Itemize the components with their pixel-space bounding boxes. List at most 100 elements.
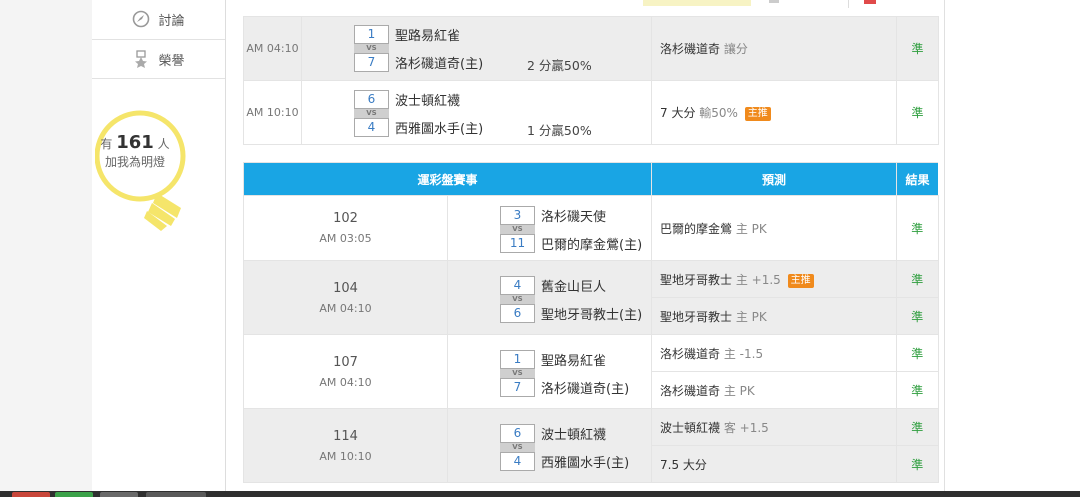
home-team-name: 波士頓紅襪 <box>541 427 607 443</box>
home-team-row: 1 聖路易紅雀 <box>354 25 460 44</box>
top-match-table: AM 04:10 1 聖路易紅雀 VS 7 洛杉磯道奇(主) 2 分贏50% 洛… <box>243 16 939 145</box>
result-cell: 準 <box>896 297 939 335</box>
bulb-prefix: 有 <box>100 137 113 151</box>
taskbar-app-button[interactable] <box>146 492 206 497</box>
away-team-row: 7 洛杉磯道奇(主) <box>354 53 483 72</box>
home-team-row: 1 聖路易紅雀 <box>500 349 607 369</box>
id-cell: 114 AM 10:10 <box>243 408 448 483</box>
pick-sub: 主 PK <box>723 383 755 398</box>
discussion-icon <box>132 10 150 28</box>
follower-bulb[interactable]: 有 161 人 加我為明燈 <box>95 108 195 233</box>
pick-sub: 主 -1.5 <box>723 346 764 361</box>
home-score: 6 <box>354 90 389 109</box>
table-row: 114 AM 10:10 6 波士頓紅襪 VS 4 西雅圖水手(主) 波士頓紅襪… <box>243 408 939 483</box>
top-banner-fragment <box>643 0 751 6</box>
top-badge-fragment <box>864 0 876 4</box>
away-score: 4 <box>354 118 389 137</box>
away-score: 11 <box>500 234 535 253</box>
home-score: 3 <box>500 206 535 225</box>
sidebar-item-honor[interactable]: 榮譽 <box>92 39 225 79</box>
pick-cell: 7 大分 輸50% 主推 <box>651 80 897 145</box>
taskbar-app-button[interactable] <box>12 492 50 497</box>
score-outcome: 2 分贏50% <box>527 58 592 73</box>
pick-cell: 巴爾的摩金鶯 主 PK <box>651 195 897 261</box>
header-result: 結果 <box>896 162 938 196</box>
lottery-match-table: 運彩盤賽事 預測 結果 102 AM 03:05 3 洛杉磯天使 VS 11 巴… <box>243 162 939 483</box>
top-divider-fragment <box>848 0 849 8</box>
vs-label: VS <box>354 44 389 53</box>
result-cell: 準 <box>896 371 939 409</box>
header-prediction: 預測 <box>651 162 897 196</box>
home-team-name: 洛杉磯天使 <box>541 210 607 225</box>
result-cell: 準 <box>896 334 939 372</box>
vs-label: VS <box>500 294 535 304</box>
home-team-name: 聖路易紅雀 <box>541 353 607 369</box>
home-team-row: 6 波士頓紅襪 <box>354 90 460 109</box>
result-cell: 準 <box>896 445 939 483</box>
match-cell: 6 波士頓紅襪 VS 4 西雅圖水手(主) <box>447 408 652 483</box>
match-time: AM 03:05 <box>319 232 372 245</box>
time-cell: AM 10:10 <box>243 80 302 145</box>
result-cell: 準 <box>896 80 939 145</box>
pick-main: 洛杉磯道奇 <box>660 42 721 56</box>
match-id: 104 <box>333 280 358 296</box>
match-time: AM 10:10 <box>319 449 372 463</box>
pick-main: 聖地牙哥教士 <box>660 309 733 324</box>
away-score: 7 <box>354 53 389 72</box>
home-team-row: 4 舊金山巨人 <box>500 275 606 295</box>
away-team-name: 聖地牙哥教士(主) <box>541 307 643 323</box>
featured-pick-badge: 主推 <box>787 273 814 288</box>
away-score: 4 <box>500 451 535 471</box>
vs-label: VS <box>500 368 535 378</box>
match-cell: 1 聖路易紅雀 VS 7 洛杉磯道奇(主) <box>447 334 652 409</box>
vs-label: VS <box>354 109 389 118</box>
pick-cell: 洛杉磯道奇 主 PK <box>651 371 897 409</box>
match-time: AM 04:10 <box>246 42 299 55</box>
pick-main: 巴爾的摩金鶯 <box>660 221 733 236</box>
home-score: 4 <box>500 275 535 295</box>
pick-cell: 波士頓紅襪 客 +1.5 <box>651 408 897 446</box>
pick-sub: 主 PK <box>735 221 767 236</box>
result-cell: 準 <box>896 16 939 81</box>
pick-cell: 7.5 大分 <box>651 445 897 483</box>
result-cell: 準 <box>896 408 939 446</box>
sidebar-item-discussion[interactable]: 討論 <box>92 0 225 38</box>
table-row: 102 AM 03:05 3 洛杉磯天使 VS 11 巴爾的摩金鶯(主) 巴爾的… <box>243 195 939 261</box>
match-cell: 6 波士頓紅襪 VS 4 西雅圖水手(主) 1 分贏50% <box>301 80 652 145</box>
id-cell: 102 AM 03:05 <box>243 195 448 261</box>
match-cell: 4 舊金山巨人 VS 6 聖地牙哥教士(主) <box>447 260 652 335</box>
pick-main: 聖地牙哥教士 <box>660 272 733 287</box>
pick-main: 7 大分 <box>660 106 696 120</box>
match-id: 102 <box>333 211 358 226</box>
top-icon-fragment <box>769 0 779 3</box>
home-team-name: 聖路易紅雀 <box>395 29 461 44</box>
id-cell: 104 AM 04:10 <box>243 260 448 335</box>
pick-cell: 聖地牙哥教士 主 +1.5 主推 <box>651 260 897 298</box>
pick-main: 波士頓紅襪 <box>660 420 721 435</box>
table-row: AM 10:10 6 波士頓紅襪 VS 4 西雅圖水手(主) 1 分贏50% 7… <box>243 80 939 145</box>
result-cell: 準 <box>896 195 939 261</box>
away-team-row: 6 聖地牙哥教士(主) <box>500 303 643 323</box>
match-id: 114 <box>333 428 358 444</box>
taskbar-app-button[interactable] <box>55 492 93 497</box>
pick-sub: 客 +1.5 <box>723 420 769 435</box>
result-cell: 準 <box>896 260 939 298</box>
pick-sub: 主 +1.5 <box>735 272 781 287</box>
match-time: AM 04:10 <box>319 375 372 389</box>
away-team-name: 洛杉磯道奇(主) <box>541 381 630 397</box>
right-panel <box>945 0 1080 497</box>
bulb-caption: 加我為明燈 <box>104 155 165 169</box>
away-team-name: 西雅圖水手(主) <box>395 122 484 137</box>
away-team-row: 7 洛杉磯道奇(主) <box>500 377 630 397</box>
time-cell: AM 04:10 <box>243 16 302 81</box>
pick-cell: 聖地牙哥教士 主 PK <box>651 297 897 335</box>
bulb-text: 有 161 人 加我為明燈 <box>95 134 175 171</box>
home-score: 1 <box>354 25 389 44</box>
pick-main: 7.5 大分 <box>660 457 707 472</box>
table-row: 104 AM 04:10 4 舊金山巨人 VS 6 聖地牙哥教士(主) 聖地牙哥… <box>243 260 939 335</box>
away-score: 6 <box>500 303 535 323</box>
away-score: 7 <box>500 377 535 397</box>
featured-pick-badge: 主推 <box>744 107 771 121</box>
pick-sub: 讓分 <box>723 42 748 56</box>
taskbar-app-button[interactable] <box>100 492 138 497</box>
